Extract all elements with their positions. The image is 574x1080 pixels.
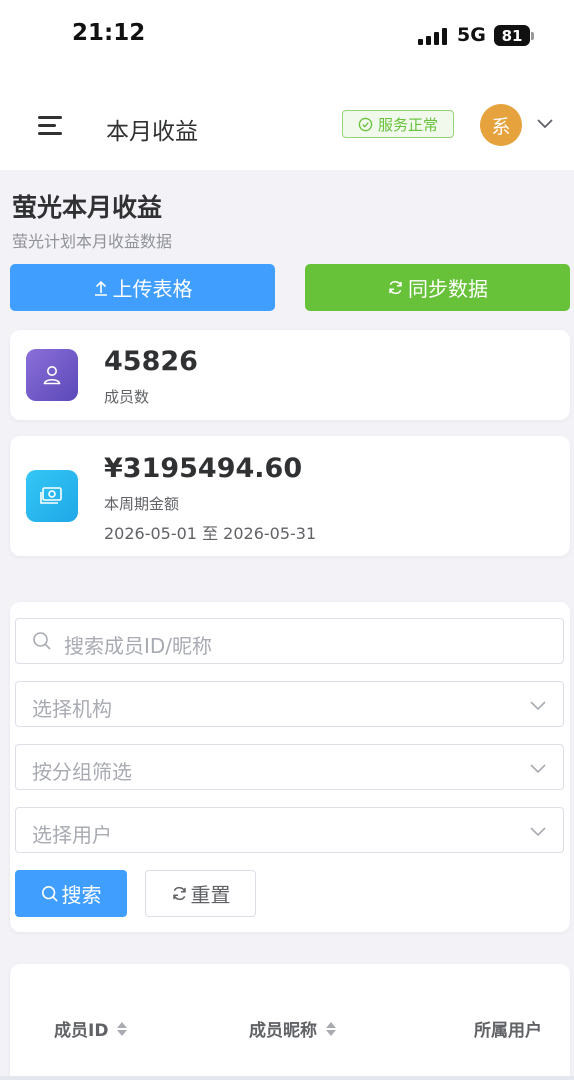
chevron-down-icon <box>530 827 546 837</box>
amount-date-range: 2026-05-01 至 2026-05-31 <box>104 524 317 543</box>
avatar-text: 系 <box>491 115 511 138</box>
upload-button[interactable]: 上传表格 <box>10 264 275 311</box>
refresh-icon <box>389 280 402 295</box>
service-status-badge: 服务正常 <box>342 110 454 138</box>
org-select[interactable]: 选择机构 <box>15 681 564 727</box>
search-button[interactable]: 搜索 <box>15 870 127 917</box>
chevron-down-icon[interactable] <box>535 116 555 130</box>
column-header-label: 成员昵称 <box>249 1021 317 1041</box>
search-button-label: 搜索 <box>61 883 102 907</box>
group-select-placeholder: 按分组筛选 <box>32 760 132 784</box>
battery-icon: 81 <box>494 25 530 46</box>
member-count-value: 45826 <box>104 346 198 377</box>
column-header-label: 成员ID <box>54 1021 109 1041</box>
service-status-text: 服务正常 <box>377 115 438 134</box>
divider <box>0 1076 574 1080</box>
column-header-member-id[interactable]: 成员ID <box>54 1016 128 1041</box>
column-header-label: 所属用户 <box>474 1021 542 1041</box>
member-count-label: 成员数 <box>104 388 150 406</box>
page-title: 本月收益 <box>106 119 198 145</box>
user-icon <box>26 349 78 401</box>
reset-button[interactable]: 重置 <box>145 870 256 917</box>
org-select-placeholder: 选择机构 <box>32 697 112 721</box>
upload-label: 上传表格 <box>112 277 193 301</box>
reset-button-label: 重置 <box>190 883 231 907</box>
group-select[interactable]: 按分组筛选 <box>15 744 564 790</box>
amount-value: ¥3195494.60 <box>104 453 303 484</box>
chevron-down-icon <box>530 701 546 711</box>
battery-tip <box>531 32 534 40</box>
refresh-icon <box>172 886 186 901</box>
search-placeholder: 搜索成员ID/昵称 <box>64 634 213 658</box>
signal-icon <box>418 28 448 45</box>
money-icon <box>26 470 78 522</box>
user-select[interactable]: 选择用户 <box>15 807 564 853</box>
section-subtitle: 萤光计划本月收益数据 <box>12 232 173 251</box>
sort-icon[interactable] <box>116 1021 128 1037</box>
member-count-card <box>10 330 570 420</box>
user-select-placeholder: 选择用户 <box>32 823 112 847</box>
chevron-down-icon <box>530 764 546 774</box>
battery-level: 81 <box>501 26 523 45</box>
search-input[interactable]: 搜索成员ID/昵称 <box>15 618 564 664</box>
check-circle-icon <box>358 117 373 131</box>
avatar[interactable]: 系 <box>480 104 522 146</box>
sync-button[interactable]: 同步数据 <box>305 264 570 311</box>
sync-label: 同步数据 <box>408 277 488 301</box>
section-title: 萤光本月收益 <box>12 193 163 222</box>
menu-icon[interactable] <box>38 116 64 136</box>
column-header-owner-user: 所属用户 <box>474 1016 542 1041</box>
search-icon <box>33 632 51 650</box>
search-icon <box>41 885 58 902</box>
column-header-nickname[interactable]: 成员昵称 <box>249 1016 337 1041</box>
amount-label: 本周期金额 <box>104 495 180 513</box>
sort-icon[interactable] <box>325 1021 337 1037</box>
status-time: 21:12 <box>72 20 146 46</box>
network-type: 5G <box>457 24 486 46</box>
upload-icon <box>94 280 107 296</box>
